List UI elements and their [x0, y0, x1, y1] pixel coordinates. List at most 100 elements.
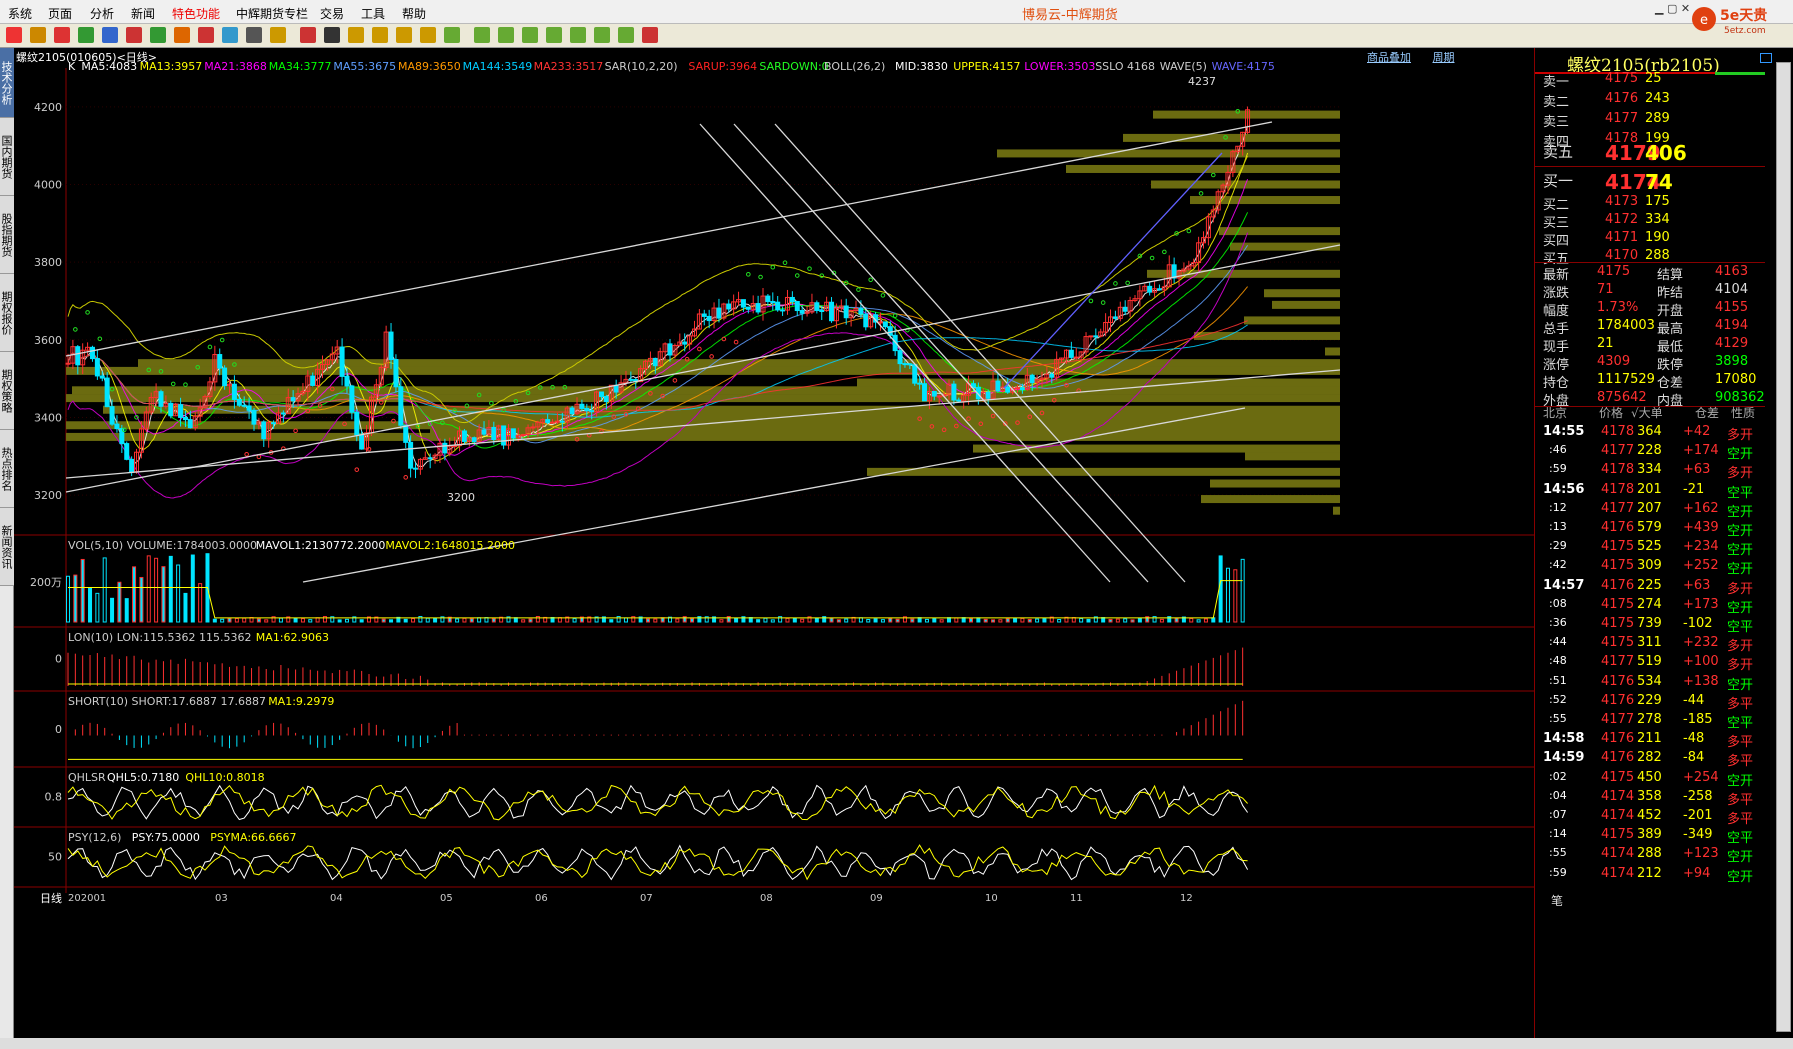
- volume-bar: [976, 617, 981, 623]
- volume-bar: [73, 574, 78, 623]
- vertical-scrollbar[interactable]: [1776, 62, 1791, 1032]
- toolbar-list-icon[interactable]: [270, 27, 286, 43]
- candle-body: [701, 313, 707, 317]
- indicator-label-6: MA89:3650: [398, 60, 461, 73]
- low-price-label: 3200: [447, 491, 475, 504]
- volume-profile-bar: [1201, 495, 1340, 504]
- volume-bar: [829, 617, 834, 623]
- candle-body: [481, 429, 487, 435]
- menu-zhonghui-column[interactable]: 中辉期货专栏: [236, 5, 308, 22]
- toolbar-k1-icon[interactable]: [444, 27, 460, 43]
- volume-profile-bar: [66, 432, 1340, 441]
- candle-body: [554, 420, 560, 423]
- bid-row-2: 买三 4172 334: [1535, 212, 1765, 231]
- menu-featured[interactable]: 特色功能: [172, 5, 220, 22]
- toolbar-brush-icon[interactable]: [198, 27, 214, 43]
- menu-page[interactable]: 页面: [48, 5, 72, 22]
- volume-bar: [403, 618, 408, 623]
- volume-bar: [800, 618, 805, 623]
- tick-row-0-cell: 14:55: [1543, 424, 1585, 439]
- menu-help[interactable]: 帮助: [402, 5, 426, 22]
- toolbar-home-icon[interactable]: [30, 27, 46, 43]
- tick-row-12: :48 4177 519 +100 多开: [1535, 654, 1765, 673]
- volume-bar: [763, 617, 768, 623]
- tick-row-5: :13 4176 579 +439 空开: [1535, 520, 1765, 539]
- volume-bar: [491, 618, 496, 623]
- candle-body: [178, 404, 184, 418]
- menu-system[interactable]: 系统: [8, 5, 32, 22]
- volume-bar: [1057, 619, 1062, 623]
- toolbar-k5-icon[interactable]: [474, 27, 490, 43]
- sar-dot: [1125, 280, 1130, 286]
- volume-bar: [1218, 555, 1223, 623]
- candle-body: [829, 301, 835, 322]
- toolbar-kday-icon[interactable]: [570, 27, 586, 43]
- toolbar-k60-icon[interactable]: [546, 27, 562, 43]
- toolbar-back-icon[interactable]: [6, 27, 22, 43]
- window-controls[interactable]: ▁ ▢ ✕: [1655, 2, 1690, 15]
- tick-row-20-cell: 多平: [1727, 812, 1754, 827]
- toolbar-pin-icon[interactable]: [222, 27, 238, 43]
- tick-row-6-cell: +234: [1683, 539, 1719, 555]
- ask-row-3-cell: 4176: [1605, 91, 1639, 106]
- tick-row-11-cell: 多开: [1727, 639, 1754, 655]
- tick-row-9-cell: 274: [1637, 596, 1662, 612]
- candle-body: [349, 385, 355, 413]
- candle-body: [461, 430, 467, 442]
- lon-title: LON(10) LON:115.5362 115.5362: [68, 631, 252, 644]
- volume-bar: [726, 616, 731, 623]
- toolbar-refresh-icon[interactable]: [78, 27, 94, 43]
- toolbar-week-icon[interactable]: [348, 27, 364, 43]
- toolbar-tick-icon[interactable]: [300, 27, 316, 43]
- toolbar-kline-icon[interactable]: [420, 27, 436, 43]
- toolbar-zoom-out-icon[interactable]: [150, 27, 166, 43]
- lon-series-0: MA1:62.9063: [256, 631, 329, 644]
- quote-panel-icon[interactable]: [1760, 53, 1772, 63]
- toolbar-kyear-icon[interactable]: [618, 27, 634, 43]
- tick-header: 北京 价格 √大单 仓差 性质: [1535, 404, 1765, 422]
- candle-body: [310, 375, 316, 386]
- toolbar-draw-icon[interactable]: [102, 27, 118, 43]
- toolbar-calc-icon[interactable]: [642, 27, 658, 43]
- tick-tab[interactable]: 笔: [1551, 892, 1563, 909]
- vol-series-1: MAVOL2:1648015.2000: [385, 539, 515, 552]
- candle-body: [222, 367, 228, 387]
- tick-row-23-cell: +94: [1683, 865, 1711, 881]
- tick-row-2-cell: +63: [1683, 462, 1711, 478]
- volume-profile-bar: [1194, 331, 1340, 340]
- toolbar-grid-icon[interactable]: [54, 27, 70, 43]
- menu-analysis[interactable]: 分析: [90, 5, 114, 22]
- tick-row-21-cell: :14: [1549, 827, 1567, 841]
- candle-body: [902, 363, 908, 366]
- toolbar-kmonth-icon[interactable]: [594, 27, 610, 43]
- tick-row-2-cell: :59: [1549, 462, 1567, 476]
- tick-row-16-cell: 4176: [1601, 731, 1635, 747]
- volume-bar: [337, 619, 342, 623]
- toolbar-k15-icon[interactable]: [498, 27, 514, 43]
- toolbar-day-icon[interactable]: [324, 27, 340, 43]
- volume-bar: [264, 619, 269, 623]
- toolbar-k30-icon[interactable]: [522, 27, 538, 43]
- tick-row-1: :46 4177 228 +174 空开: [1535, 443, 1765, 462]
- tick-row-9-cell: +173: [1683, 596, 1719, 612]
- toolbar-month-icon[interactable]: [372, 27, 388, 43]
- stat-row-3-cell: 总手: [1543, 322, 1570, 337]
- volume-bar: [983, 618, 988, 623]
- menu-news[interactable]: 新闻: [131, 5, 155, 22]
- volume-profile-bar: [1264, 289, 1340, 298]
- tick-row-20-cell: -201: [1683, 808, 1713, 823]
- volume-bar: [315, 617, 320, 623]
- volume-bar: [212, 618, 217, 623]
- toolbar-settings-icon[interactable]: [246, 27, 262, 43]
- toolbar-minute-icon[interactable]: [396, 27, 412, 43]
- sar-dot: [73, 327, 78, 332]
- candle-body: [1049, 373, 1055, 378]
- toolbar-zoom-in-icon[interactable]: [126, 27, 142, 43]
- indicator-label-2: MA13:3957: [140, 60, 203, 73]
- menu-tools[interactable]: 工具: [361, 5, 385, 22]
- toolbar-pen-icon[interactable]: [174, 27, 190, 43]
- volume-profile-bar: [1190, 196, 1340, 205]
- menu-trade[interactable]: 交易: [320, 5, 344, 22]
- candle-body: [579, 403, 585, 409]
- volume-bar: [462, 617, 467, 623]
